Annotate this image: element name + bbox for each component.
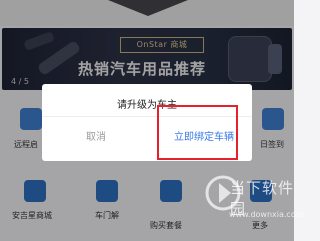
cancel-button[interactable]: 取消 xyxy=(60,128,132,143)
watermark-url: www.downxia.com xyxy=(229,210,304,219)
highlight-box xyxy=(157,105,238,160)
